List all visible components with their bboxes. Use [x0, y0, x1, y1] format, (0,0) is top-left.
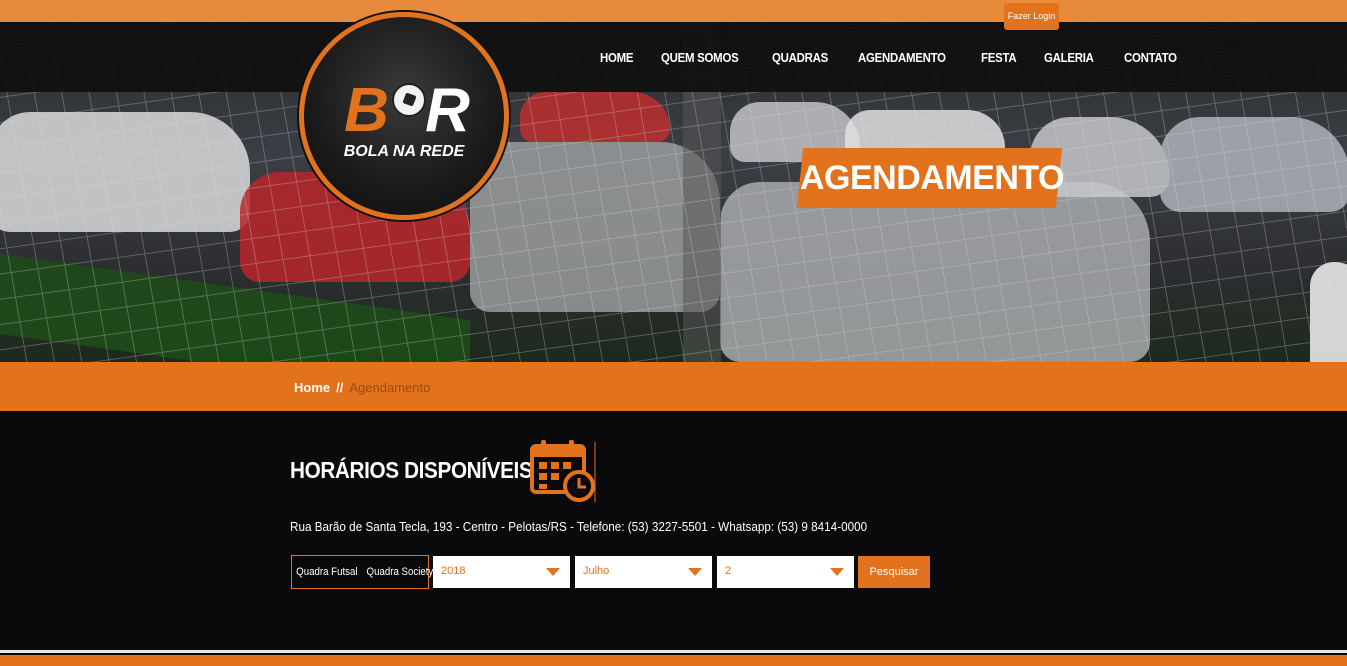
nav-contato[interactable]: CONTATO — [1124, 50, 1177, 65]
nav-festa[interactable]: FESTA — [981, 50, 1017, 65]
page-title: AGENDAMENTO — [800, 159, 1064, 197]
court-selector: Quadra Futsal Quadra Society — [291, 555, 433, 589]
month-select[interactable]: Julho — [575, 556, 712, 588]
nav-quem-somos[interactable]: QUEM SOMOS — [661, 50, 739, 65]
year-select-value: 2018 — [441, 565, 466, 577]
breadcrumb-current: Agendamento — [349, 380, 431, 395]
week-select-value: 2 — [725, 565, 732, 577]
breadcrumb-bar: Home // Agendamento — [0, 362, 1347, 411]
nav-agendamento[interactable]: AGENDAMENTO — [858, 50, 946, 65]
breadcrumb-home[interactable]: Home — [294, 380, 330, 395]
page-title-banner: AGENDAMENTO — [796, 148, 1064, 208]
court-option-futsal[interactable]: Quadra Futsal — [296, 566, 357, 578]
calendar-clock-icon — [530, 440, 596, 502]
main-nav: HOME QUEM SOMOS QUADRAS AGENDAMENTO FEST… — [600, 50, 1207, 65]
nav-quadras[interactable]: QUADRAS — [772, 50, 828, 65]
logo-subtitle: BOLA NA REDE — [343, 143, 465, 160]
year-select[interactable]: 2018 — [433, 556, 570, 588]
site-logo[interactable]: BOR BOLA NA REDE — [299, 12, 509, 220]
footer-divider — [0, 650, 1347, 653]
chevron-down-icon — [688, 568, 702, 576]
soccer-ball-icon — [392, 83, 426, 117]
nav-home[interactable]: HOME — [600, 50, 634, 65]
chevron-down-icon — [830, 568, 844, 576]
chevron-down-icon — [546, 568, 560, 576]
month-select-value: Julho — [583, 565, 610, 577]
footer-accent-bar — [0, 655, 1347, 666]
breadcrumb: Home // Agendamento — [294, 380, 430, 395]
breadcrumb-separator: // — [336, 380, 344, 395]
court-option-society[interactable]: Quadra Society — [366, 566, 433, 578]
week-select[interactable]: 2 — [717, 556, 854, 588]
login-button[interactable]: Fazer Login — [1004, 3, 1059, 30]
search-button[interactable]: Pesquisar — [858, 556, 930, 588]
top-accent-bar — [0, 0, 1347, 22]
section-title: HORÁRIOS DISPONÍVEIS — [290, 457, 533, 483]
contact-address: Rua Barão de Santa Tecla, 193 - Centro -… — [290, 519, 868, 534]
nav-galeria[interactable]: GALERIA — [1044, 50, 1094, 65]
